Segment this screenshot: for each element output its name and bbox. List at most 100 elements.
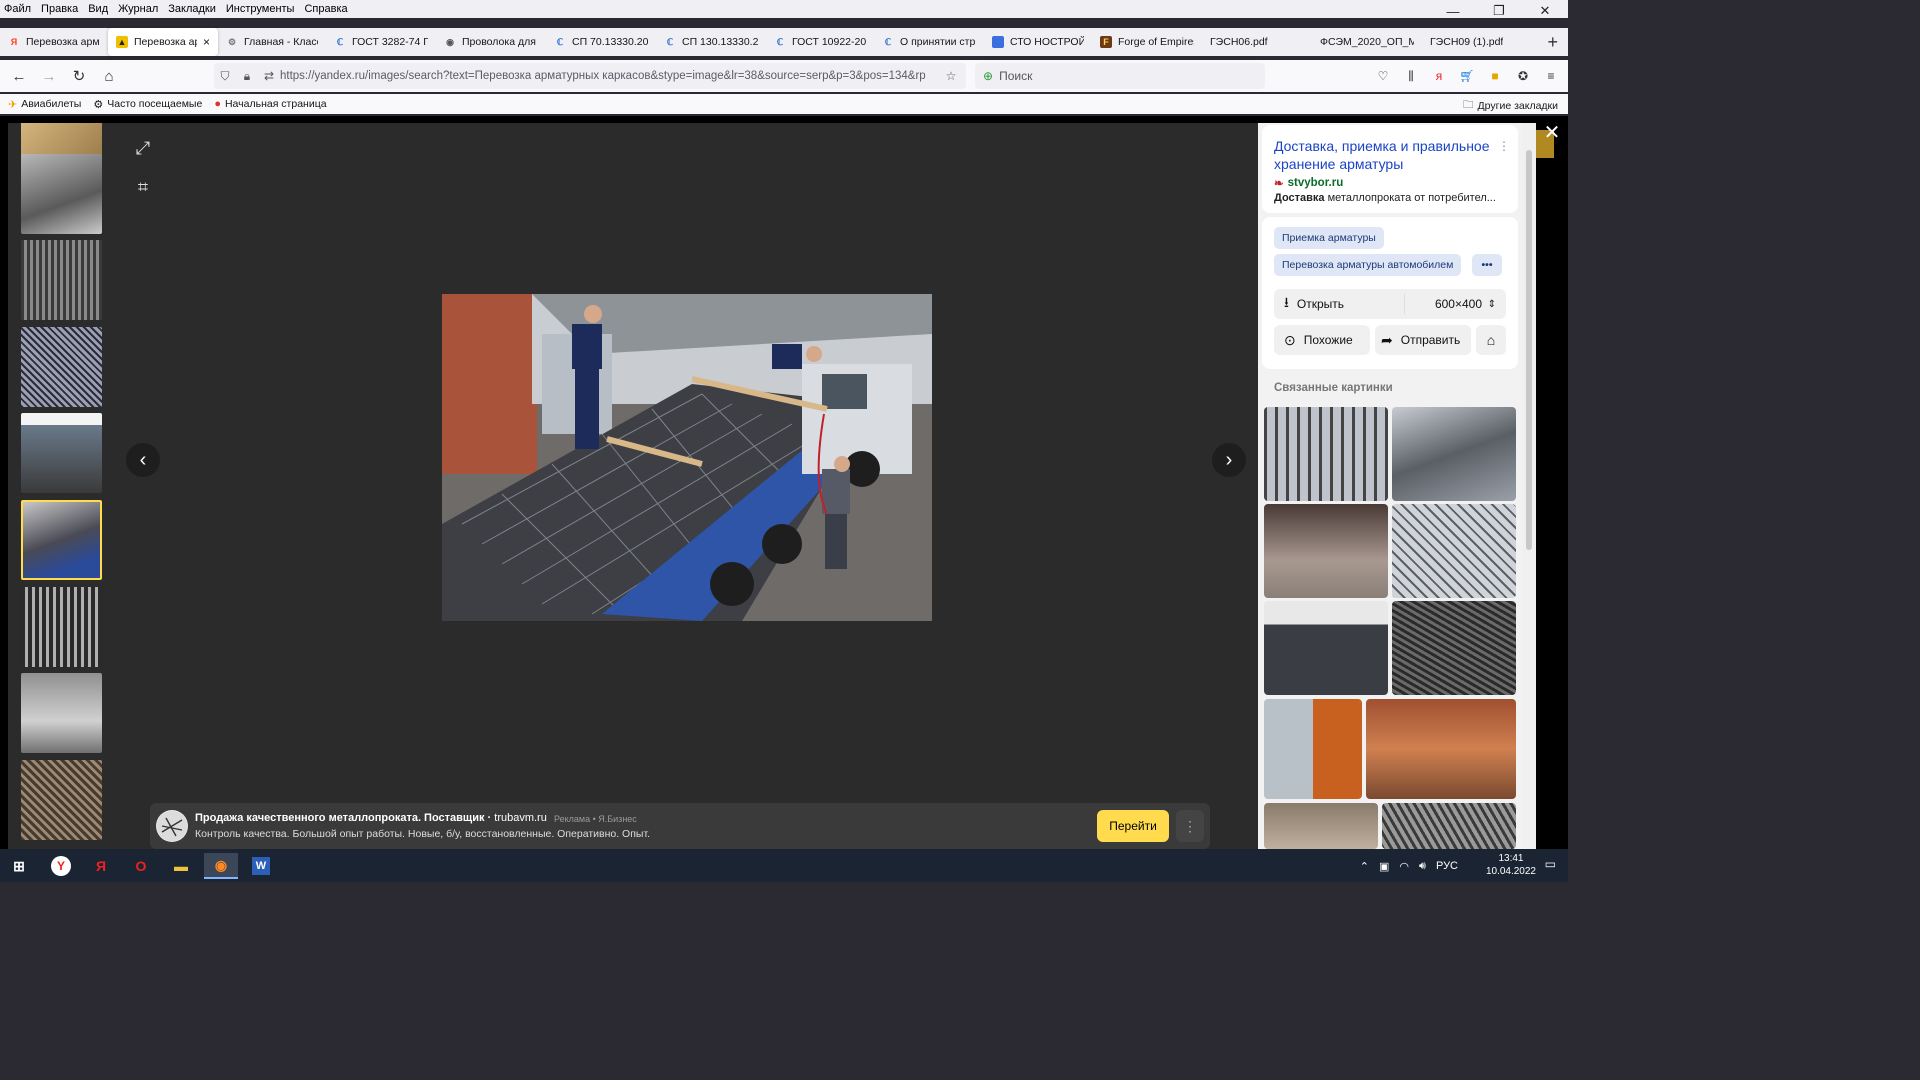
ad-banner[interactable]: Продажа качественного металлопроката. По… [150, 803, 1210, 849]
source-site[interactable]: ❧ stvybor.ru [1274, 176, 1343, 190]
close-tab-icon[interactable]: × [203, 35, 210, 49]
chip-priemka[interactable]: Приемка арматуры [1274, 227, 1384, 249]
reload-icon[interactable]: ↻ [64, 61, 94, 91]
wifi-icon[interactable]: ◠ [1399, 860, 1409, 873]
tab-sp-130[interactable]: ℂ СП 130.13330.201 [656, 28, 766, 56]
tab-o-prinyatii[interactable]: ℂ О принятии стр [874, 28, 984, 56]
tab-glavnaya[interactable]: ⚙ Главная - Класс [218, 28, 326, 56]
windows-start-icon[interactable]: ⊞ [2, 853, 36, 879]
thumbnail-selected[interactable] [21, 500, 102, 580]
menu-help[interactable]: Справка [304, 3, 352, 15]
language-indicator[interactable]: РУС [1436, 860, 1458, 872]
shield-icon[interactable]: ⛉ [214, 69, 236, 84]
restore-icon[interactable]: ❐ [1476, 0, 1522, 22]
menu-file[interactable]: Файл [4, 3, 36, 15]
url-text[interactable]: https://yandex.ru/images/search?text=Пер… [280, 70, 930, 82]
panel-scroll-thumb[interactable] [1526, 150, 1532, 550]
library-icon[interactable]: ⫼ [1402, 66, 1420, 86]
tab-fsem[interactable]: ФСЭМ_2020_ОП_Ми [1312, 28, 1422, 56]
tab-gesn09[interactable]: ГЭСН09 (1).pdf [1422, 28, 1532, 56]
source-title[interactable]: Доставка, приемка и правильное хранение … [1274, 137, 1506, 173]
chip-perevozka[interactable]: Перевозка арматуры автомобилем [1274, 254, 1462, 276]
clock[interactable]: 13:41 10.04.2022 [1486, 852, 1536, 878]
firefox-icon[interactable]: ◉ [204, 853, 238, 879]
tab-perevozka-1[interactable]: Я Перевозка арма [0, 28, 108, 56]
crop-icon[interactable]: ⌗ [128, 172, 158, 202]
open-button[interactable]: ⭳ Открыть 600×400 ⇕ [1274, 289, 1506, 319]
url-bar[interactable]: ⛉ 🔒︎ ⇄ https://yandex.ru/images/search?t… [214, 63, 966, 89]
menu-edit[interactable]: Правка [41, 3, 83, 15]
file-explorer-icon[interactable]: ▬ [164, 853, 198, 879]
related-image[interactable] [1366, 699, 1516, 799]
send-button[interactable]: ➦ Отправить [1375, 325, 1471, 355]
tab-sp-70[interactable]: ℂ СП 70.13330.2012 [546, 28, 656, 56]
notifications-icon[interactable]: ▭ [1545, 857, 1556, 871]
thumbnail[interactable] [21, 154, 102, 234]
related-image[interactable] [1392, 504, 1516, 598]
size-select[interactable]: 600×400 [1435, 297, 1482, 311]
back-icon[interactable]: ← [4, 61, 34, 91]
forward-icon[interactable]: → [34, 61, 64, 91]
bookmark-star-icon[interactable]: ☆ [940, 69, 962, 83]
fullscreen-icon[interactable]: ⤢ [128, 133, 158, 163]
home-icon[interactable]: ⌂ [94, 61, 124, 91]
extensions-icon[interactable]: ✪ [1514, 66, 1532, 86]
previous-image-icon[interactable]: ‹ [126, 443, 160, 477]
tab-sto-nostroy[interactable]: СТО НОСТРОЙ 2 [984, 28, 1092, 56]
menu-icon[interactable]: ≡ [1542, 66, 1560, 86]
related-image[interactable] [1392, 407, 1516, 501]
tab-perevozka-active[interactable]: ▲ Перевозка ар × [108, 28, 218, 56]
thumbnail[interactable] [21, 413, 102, 493]
menu-bookmarks[interactable]: Закладки [168, 3, 221, 15]
tab-gesn06[interactable]: ГЭСН06.pdf [1202, 28, 1312, 56]
cart-icon[interactable]: 🛒︎ [1458, 66, 1476, 86]
menu-view[interactable]: Вид [88, 3, 113, 15]
ad-go-button[interactable]: Перейти [1097, 810, 1169, 842]
related-image[interactable] [1264, 601, 1388, 695]
device-icon[interactable]: ▣ [1379, 860, 1389, 873]
close-viewer-icon[interactable]: ✕ [1540, 120, 1564, 144]
size-stepper-icon[interactable]: ⇕ [1488, 299, 1496, 310]
related-image[interactable] [1392, 601, 1516, 695]
thumbnail[interactable] [21, 760, 102, 840]
related-image[interactable] [1264, 699, 1362, 799]
thumbnail[interactable] [21, 240, 102, 320]
next-image-icon[interactable]: › [1212, 443, 1246, 477]
close-window-icon[interactable]: ✕ [1522, 0, 1568, 22]
volume-icon[interactable]: 🔊︎ [1419, 860, 1426, 873]
pocket-icon[interactable]: ♡ [1374, 66, 1392, 86]
more-options-icon[interactable]: ⋮ [1498, 139, 1510, 153]
tab-provoloka[interactable]: ◉ Проволока для [436, 28, 546, 56]
related-image[interactable] [1264, 504, 1388, 598]
tab-gost-10922[interactable]: ℂ ГОСТ 10922-2012 [766, 28, 874, 56]
menu-tools[interactable]: Инструменты [226, 3, 300, 15]
related-image[interactable] [1264, 407, 1388, 501]
other-bookmarks[interactable]: 🗀 Другие закладки [1463, 97, 1558, 115]
bookmark-extension-icon[interactable]: ■ [1486, 66, 1504, 86]
bookmark-button[interactable]: ⌂ [1476, 325, 1506, 355]
yandex-icon[interactable]: Я [84, 853, 118, 879]
related-image[interactable] [1382, 803, 1516, 849]
search-input[interactable]: ⊕ Поиск [975, 63, 1265, 89]
menu-history[interactable]: Журнал [118, 3, 163, 15]
ad-more-icon[interactable]: ⋮ [1176, 810, 1204, 842]
word-icon[interactable]: W [244, 853, 278, 879]
lock-icon[interactable]: 🔒︎ [236, 69, 258, 84]
show-hidden-icon[interactable]: ⌃ [1360, 860, 1369, 873]
minimize-icon[interactable]: — [1430, 0, 1476, 22]
opera-icon[interactable]: O [124, 853, 158, 879]
bookmark-home[interactable]: ● Начальная страница [214, 98, 326, 110]
bookmark-aviabilety[interactable]: ✈ Авиабилеты [8, 98, 81, 111]
yandex-browser-icon[interactable]: Y [44, 853, 78, 879]
bookmark-frequent[interactable]: ⚙ Часто посещаемые [93, 98, 202, 111]
yandex-extension-icon[interactable]: я [1430, 66, 1448, 86]
tab-gost-3282[interactable]: ℂ ГОСТ 3282-74 Пр [326, 28, 436, 56]
tab-forge-of-empires[interactable]: F Forge of Empires [1092, 28, 1202, 56]
thumbnail[interactable] [21, 327, 102, 407]
ad-title[interactable]: Продажа качественного металлопроката. По… [195, 812, 547, 824]
main-image[interactable] [442, 294, 932, 621]
more-chips-button[interactable]: ••• [1472, 254, 1502, 276]
similar-button[interactable]: ⊙ Похожие [1274, 325, 1370, 355]
thumbnail[interactable] [21, 587, 102, 667]
related-image[interactable] [1264, 803, 1378, 849]
